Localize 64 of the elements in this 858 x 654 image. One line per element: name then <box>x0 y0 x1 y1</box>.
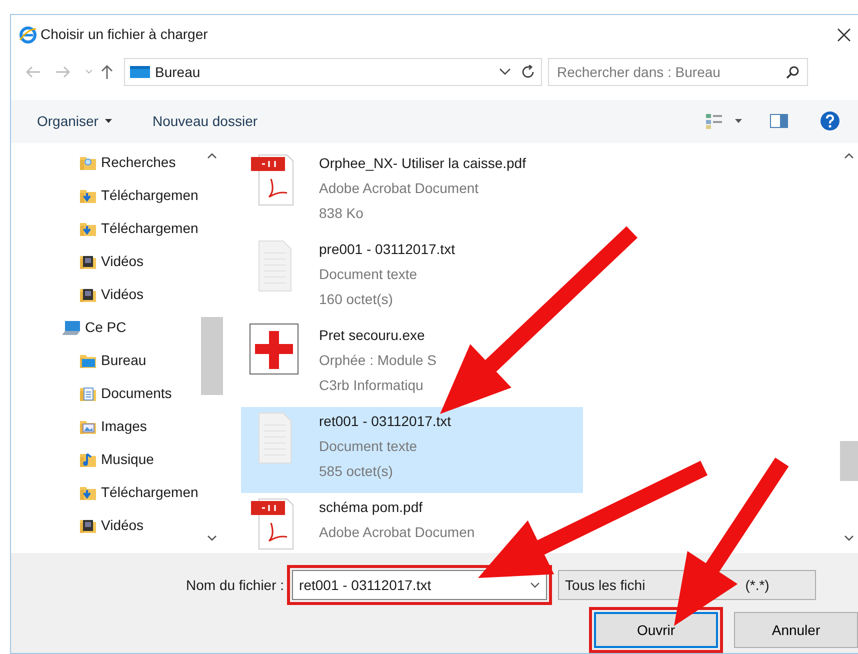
chevron-up-icon[interactable] <box>207 153 217 159</box>
file-item[interactable]: pre001 - 03112017.txt Document texte 160 octet(s) <box>241 235 583 321</box>
refresh-icon[interactable] <box>521 65 535 80</box>
window-title: Choisir un fichier à charger <box>40 25 208 44</box>
filename-field[interactable]: ret001 - 03112017.txt <box>292 570 548 600</box>
file-name: schéma pom.pdf <box>319 498 424 517</box>
scrollbar-thumb[interactable] <box>201 317 223 395</box>
view-options-icon[interactable] <box>705 112 723 130</box>
file-type: Document texte <box>319 265 418 284</box>
file-name: ret001 - 03112017.txt <box>319 412 452 431</box>
file-type: Document texte <box>319 437 418 456</box>
chevron-down-icon[interactable] <box>844 535 854 541</box>
search-field[interactable]: Rechercher dans : Bureau <box>548 58 808 86</box>
chevron-up-icon[interactable] <box>844 153 854 159</box>
nav-tree-item[interactable]: Recherches <box>101 152 176 173</box>
file-item[interactable]: Pret secouru.exe Orphée : Module S C3rb Informatiqu <box>241 321 583 407</box>
preview-pane-icon[interactable] <box>770 114 788 128</box>
desktop-folder-icon <box>129 65 151 80</box>
organize-menu-button[interactable]: Organiser <box>37 106 112 136</box>
file-detail: 585 octet(s) <box>319 462 394 481</box>
help-icon[interactable] <box>820 111 840 132</box>
nav-tree-item[interactable]: Téléchargemen <box>101 482 198 503</box>
file-item[interactable]: Orphee_NX- Utiliser la caisse.pdf Adobe Acrobat Document 838 Ko <box>241 149 583 235</box>
documents-folder-icon <box>79 384 97 402</box>
nav-tree-item[interactable]: Bureau <box>101 350 146 371</box>
file-name: Pret secouru.exe <box>319 326 426 345</box>
close-button[interactable] <box>837 28 851 42</box>
file-name: Orphee_NX- Utiliser la caisse.pdf <box>319 154 526 173</box>
nav-tree-item[interactable]: Documents <box>101 383 172 404</box>
file-type: Orphée : Module S <box>319 351 437 370</box>
up-arrow-icon[interactable] <box>100 64 114 80</box>
chevron-down-icon[interactable] <box>499 68 511 76</box>
search-icon[interactable] <box>786 65 800 80</box>
file-detail: 838 Ko <box>319 204 364 223</box>
file-detail: 160 octet(s) <box>319 290 394 309</box>
nav-tree-item[interactable]: Vidéos <box>101 251 144 272</box>
nav-tree-item[interactable]: Vidéos <box>101 515 144 536</box>
open-button[interactable]: Ouvrir <box>594 612 718 648</box>
file-type: Adobe Acrobat Documen <box>319 523 475 542</box>
caret-icon[interactable] <box>735 119 742 124</box>
nav-tree-item[interactable]: Images <box>101 416 147 437</box>
music-folder-icon <box>79 450 97 468</box>
file-item[interactable]: ret001 - 03112017.txt Document texte 585 octet(s) <box>241 407 583 493</box>
caret-icon <box>105 119 112 124</box>
nav-tree-item[interactable]: Musique <box>101 449 154 470</box>
cross-icon <box>249 323 299 375</box>
file-detail: C3rb Informatiqu <box>319 376 424 395</box>
nav-tree-item[interactable]: Vidéos <box>101 284 144 305</box>
nav-tree-item[interactable]: Téléchargemen <box>101 185 198 206</box>
chevron-down-icon[interactable] <box>207 535 217 541</box>
computer-icon <box>61 320 81 336</box>
cancel-button[interactable]: Annuler <box>734 612 858 648</box>
new-folder-button[interactable]: Nouveau dossier <box>152 106 258 136</box>
address-text: Bureau <box>155 62 202 82</box>
browser-icon <box>19 26 37 44</box>
file-item[interactable]: schéma pom.pdf Adobe Acrobat Documen <box>241 493 583 553</box>
close-icon <box>837 28 851 42</box>
nav-tree-item[interactable]: Téléchargemen <box>101 218 198 239</box>
scrollbar-thumb[interactable] <box>840 441 858 481</box>
file-name: pre001 - 03112017.txt <box>319 240 455 259</box>
file-type: Adobe Acrobat Document <box>319 179 480 198</box>
nav-tree-item[interactable]: Ce PC <box>85 317 126 338</box>
field-label: Nom du fichier : <box>186 576 284 594</box>
chevron-down-icon[interactable] <box>530 582 540 588</box>
